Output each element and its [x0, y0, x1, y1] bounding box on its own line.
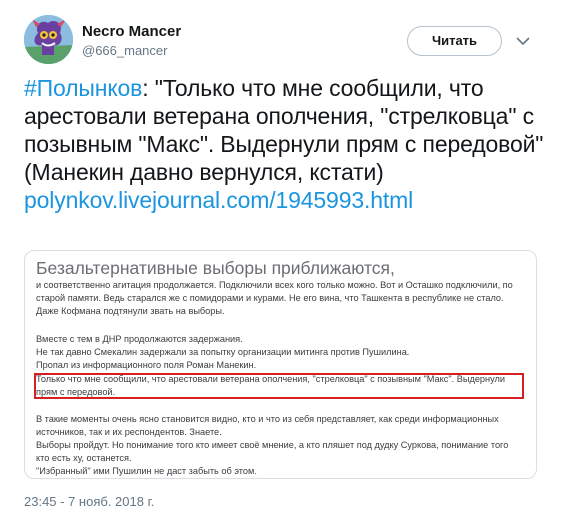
user-info[interactable]: Necro Mancer @666_mancer — [82, 22, 181, 60]
follow-button[interactable]: Читать — [407, 26, 502, 56]
tweet: Necro Mancer @666_mancer Читать #Полынко… — [0, 0, 561, 517]
highlight-box — [34, 373, 524, 399]
chevron-down-icon[interactable] — [515, 33, 531, 49]
embed-line: источников, так и их респондентов. Знает… — [36, 427, 222, 437]
avatar-image — [24, 15, 73, 64]
tweet-url-link[interactable]: polynkov.livejournal.com/1945993.html — [24, 187, 413, 213]
hashtag-link[interactable]: #Полынков — [24, 75, 142, 101]
display-name[interactable]: Necro Mancer — [82, 22, 181, 42]
embed-line: Даже Кофмана подтянули звать на выборы. — [36, 306, 225, 316]
embed-line: Не так давно Смекалин задержали за попыт… — [36, 347, 410, 357]
embed-line: В такие моменты очень ясно становится ви… — [36, 414, 499, 424]
screen-name[interactable]: @666_mancer — [82, 42, 181, 60]
embed-paragraph-1: и соответственно агитация продолжается. … — [36, 279, 532, 318]
embed-title: Безальтернативные выборы приближаются, — [36, 258, 395, 278]
embed-line: и соответственно агитация продолжается. … — [36, 280, 513, 290]
embed-line: Пропал из информационного поля Роман Ман… — [36, 360, 257, 370]
embed-line: "Избранный" ими Пушилин не даст забыть о… — [36, 466, 257, 476]
embed-paragraph-2: Вместе с тем в ДНР продолжаются задержан… — [36, 333, 532, 372]
embed-line: старой памяти. Ведь старался же с помидо… — [36, 293, 504, 303]
embed-line: Выборы пройдут. Но понимание того кто им… — [36, 440, 509, 450]
tweet-timestamp[interactable]: 23:45 - 7 нояб. 2018 г. — [24, 494, 154, 510]
embed-line: кто есть ху, останется. — [36, 453, 132, 463]
avatar[interactable] — [24, 15, 73, 64]
embed-paragraph-4: В такие моменты очень ясно становится ви… — [36, 413, 532, 478]
attached-image[interactable]: Безальтернативные выборы приближаются, и… — [24, 250, 537, 479]
embed-line: Вместе с тем в ДНР продолжаются задержан… — [36, 334, 243, 344]
tweet-text: #Полынков: "Только что мне сообщили, что… — [24, 74, 544, 214]
